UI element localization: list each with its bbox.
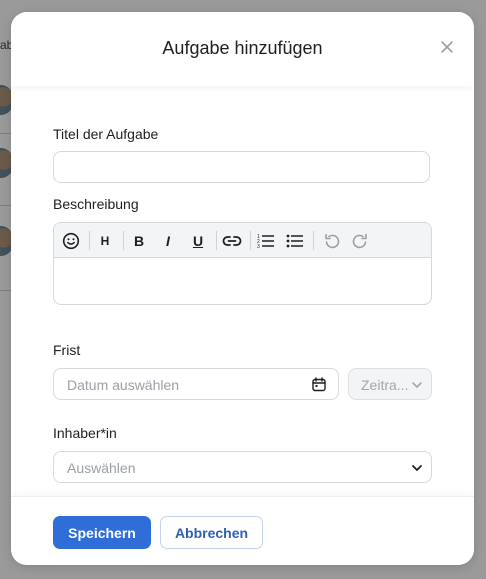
heading-button[interactable]: H [92, 223, 118, 258]
toolbar-separator [250, 231, 251, 250]
close-button[interactable] [438, 38, 456, 56]
owner-label: Inhaber*in [53, 425, 117, 441]
date-picker-input[interactable]: Datum auswählen [53, 368, 339, 400]
redo-icon [352, 233, 367, 248]
svg-text:3: 3 [257, 244, 260, 249]
bold-button[interactable]: B [126, 223, 152, 258]
numbered-list-icon: 1 2 3 [257, 234, 274, 249]
toolbar-separator [89, 231, 90, 250]
bullet-list-button[interactable] [282, 223, 308, 258]
calendar-icon [312, 377, 326, 392]
description-textarea[interactable] [54, 258, 431, 304]
dialog-title: Aufgabe hinzufügen [162, 38, 323, 58]
editor-toolbar: H B I U 1 2 3 [54, 223, 431, 258]
owner-select[interactable]: Auswählen [53, 451, 432, 483]
task-title-label: Titel der Aufgabe [53, 126, 159, 142]
cancel-button[interactable]: Abbrechen [160, 516, 263, 549]
undo-button[interactable] [319, 223, 345, 258]
add-task-dialog: Aufgabe hinzufügen Titel der Aufgabe Bes… [11, 12, 474, 565]
time-select[interactable]: Zeitra... [348, 368, 432, 400]
toolbar-separator [216, 231, 217, 250]
bullet-list-icon [286, 234, 303, 247]
date-placeholder: Datum auswählen [67, 377, 180, 393]
ordered-list-button[interactable]: 1 2 3 [253, 223, 279, 258]
heading-label: H [100, 233, 110, 248]
bold-label: B [133, 232, 145, 249]
description-editor: H B I U 1 2 3 [53, 222, 432, 305]
owner-placeholder: Auswählen [67, 460, 136, 476]
dialog-footer: Speichern Abbrechen [11, 496, 474, 565]
deadline-label: Frist [53, 342, 81, 358]
dialog-body: Titel der Aufgabe Beschreibung H B I U 1… [11, 86, 474, 496]
description-label: Beschreibung [53, 196, 139, 212]
italic-label: I [166, 232, 170, 249]
link-button[interactable] [219, 223, 245, 258]
smiley-icon [62, 232, 80, 249]
toolbar-separator [313, 231, 314, 250]
chevron-down-icon [412, 465, 422, 471]
underline-label: U [192, 232, 204, 249]
chevron-down-icon [412, 382, 422, 388]
time-placeholder: Zeitra... [361, 377, 409, 393]
close-icon [441, 41, 453, 53]
dialog-header: Aufgabe hinzufügen [11, 12, 474, 86]
undo-icon [325, 233, 340, 248]
italic-button[interactable]: I [155, 223, 181, 258]
link-icon [222, 235, 242, 246]
underline-button[interactable]: U [185, 223, 211, 258]
save-button[interactable]: Speichern [53, 516, 151, 549]
emoji-button[interactable] [58, 223, 84, 258]
toolbar-separator [123, 231, 124, 250]
task-title-input[interactable] [53, 151, 430, 183]
redo-button[interactable] [347, 223, 373, 258]
